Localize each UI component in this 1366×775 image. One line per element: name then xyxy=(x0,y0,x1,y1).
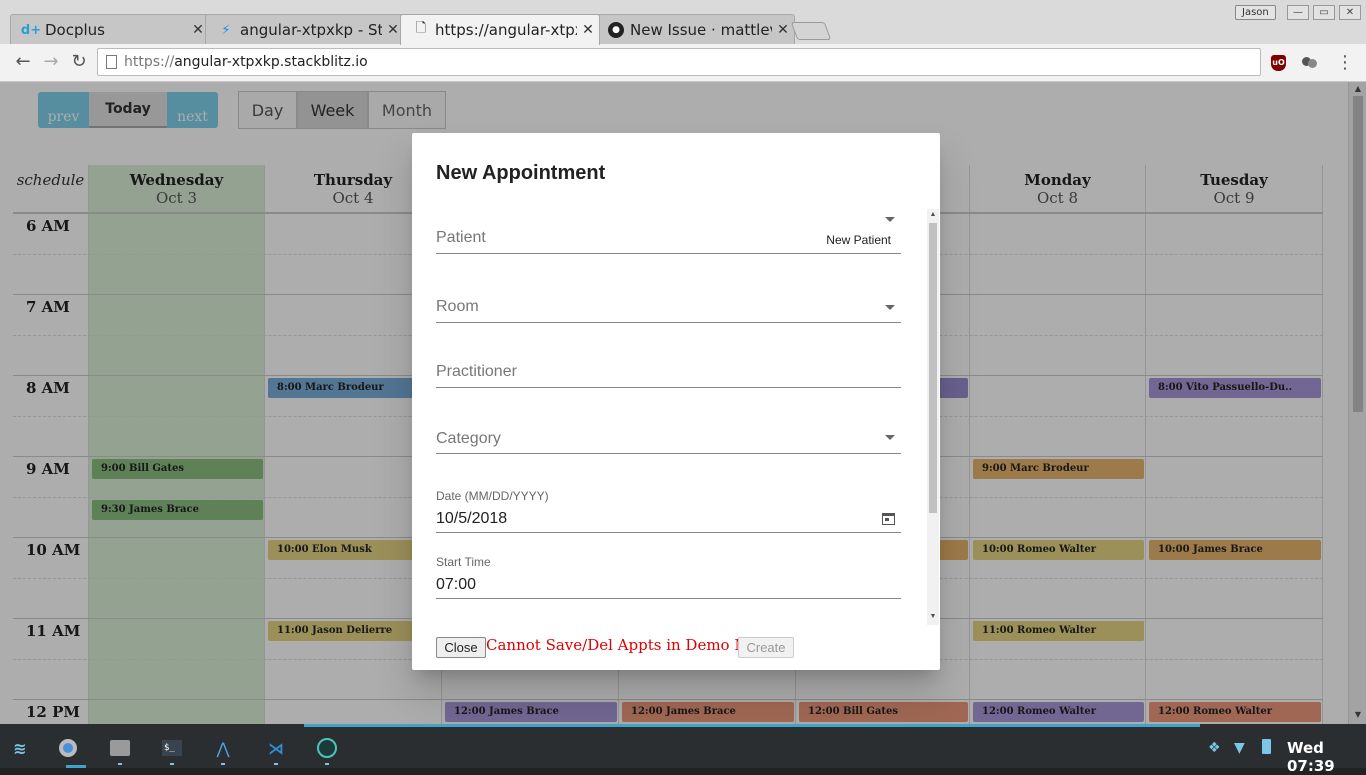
arch-icon[interactable]: ⋀ xyxy=(212,737,234,759)
start-time-label: Start Time xyxy=(436,555,491,569)
patient-select[interactable]: Patient New Patient xyxy=(436,217,901,254)
running-indicator xyxy=(325,763,329,765)
vscode-icon[interactable]: ⋊ xyxy=(265,737,287,759)
start-time-value: 07:00 xyxy=(436,576,477,593)
gitkraken-icon[interactable] xyxy=(316,737,338,759)
running-indicator xyxy=(118,763,122,765)
running-indicator xyxy=(274,763,278,765)
practitioner-input[interactable]: Practitioner xyxy=(436,361,901,388)
taskbar-progress-line xyxy=(304,724,1200,727)
dialog-title: New Appointment xyxy=(436,162,606,184)
taskbar xyxy=(0,724,1366,768)
dropdown-arrow-icon xyxy=(885,217,895,222)
dialog-scrollbar[interactable]: ▲ ▼ xyxy=(927,209,939,625)
close-button[interactable]: Close xyxy=(436,637,486,658)
wifi-icon[interactable]: ▼ xyxy=(1234,740,1245,756)
category-label: Category xyxy=(436,430,501,447)
dropbox-icon[interactable]: ❖ xyxy=(1208,740,1221,756)
url-scheme: https:// xyxy=(124,54,175,70)
maximize-icon[interactable]: ▭ xyxy=(1313,5,1335,20)
tab-docplus[interactable]: d+ Docplus ✕ xyxy=(10,14,210,45)
dropdown-arrow-icon xyxy=(885,435,895,440)
scroll-thumb[interactable] xyxy=(929,223,937,513)
github-icon: ● xyxy=(608,22,624,38)
launcher-icon[interactable]: ≋ xyxy=(9,737,31,759)
browser-menu-icon[interactable]: ⋮ xyxy=(1336,52,1354,73)
page-icon: 🗋 xyxy=(415,21,427,36)
ublock-icon[interactable]: uO xyxy=(1271,55,1286,71)
tab-title: https://angular-xtpxk xyxy=(435,21,577,39)
date-value: 10/5/2018 xyxy=(436,510,508,527)
url-host: angular-xtpxkp.stackblitz.io xyxy=(174,54,368,70)
tab-stackblitz[interactable]: ⚡ angular-xtpxkp - Sta ✕ xyxy=(205,14,405,45)
scroll-up-icon[interactable]: ▲ xyxy=(929,211,937,218)
files-icon[interactable] xyxy=(109,737,131,759)
profile-badge[interactable]: Jason xyxy=(1235,5,1276,20)
new-appointment-dialog: New Appointment Patient New Patient Room… xyxy=(412,133,940,670)
demo-mode-warning: Cannot Save/Del Appts in Demo Mode xyxy=(486,636,778,654)
calendar-icon[interactable] xyxy=(882,513,895,525)
stackblitz-bolt-icon: ⚡ xyxy=(221,22,231,38)
new-patient-link[interactable]: New Patient xyxy=(826,233,891,247)
page-info-icon[interactable] xyxy=(106,55,117,69)
close-window-icon[interactable]: ✕ xyxy=(1339,5,1361,20)
extension-icon[interactable] xyxy=(1302,55,1318,69)
close-tab-icon[interactable]: ✕ xyxy=(577,22,599,38)
battery-icon[interactable] xyxy=(1262,739,1271,758)
browser-tab-strip: d+ Docplus ✕ ⚡ angular-xtpxkp - Sta ✕ 🗋 … xyxy=(0,0,1366,45)
back-icon[interactable]: ← xyxy=(12,51,34,73)
start-time-input[interactable]: Start Time 07:00 xyxy=(436,554,901,599)
new-tab-button[interactable] xyxy=(790,22,832,40)
address-bar[interactable]: https://angular-xtpxkp.stackblitz.io xyxy=(97,48,1261,76)
docplus-icon: d+ xyxy=(20,22,42,38)
running-indicator xyxy=(170,763,174,765)
create-button[interactable]: Create xyxy=(738,637,794,658)
practitioner-label: Practitioner xyxy=(436,363,517,380)
tab-title: angular-xtpxkp - Sta xyxy=(240,21,382,39)
tab-title: Docplus xyxy=(45,21,105,39)
tab-title: New Issue · mattlev xyxy=(630,21,772,39)
running-indicator xyxy=(221,763,225,765)
room-select[interactable]: Room xyxy=(436,295,901,323)
date-input[interactable]: Date (MM/DD/YYYY) 10/5/2018 xyxy=(436,488,901,533)
dropdown-arrow-icon xyxy=(885,305,895,310)
tab-github-issue[interactable]: ● New Issue · mattlev ✕ xyxy=(595,14,795,45)
category-select[interactable]: Category xyxy=(436,426,901,454)
chrome-icon[interactable] xyxy=(57,737,79,759)
scroll-down-icon[interactable]: ▼ xyxy=(929,613,937,620)
terminal-icon[interactable]: $_ xyxy=(161,737,183,759)
clock[interactable]: Wed 07:39 xyxy=(1287,739,1366,775)
room-label: Room xyxy=(436,298,479,315)
date-label: Date (MM/DD/YYYY) xyxy=(436,489,549,503)
tab-app-preview[interactable]: 🗋 https://angular-xtpxk ✕ xyxy=(400,14,600,45)
minimize-icon[interactable]: — xyxy=(1287,5,1309,20)
forward-icon[interactable]: → xyxy=(40,51,62,73)
reload-icon[interactable]: ↻ xyxy=(68,51,90,73)
patient-label: Patient xyxy=(436,229,486,246)
